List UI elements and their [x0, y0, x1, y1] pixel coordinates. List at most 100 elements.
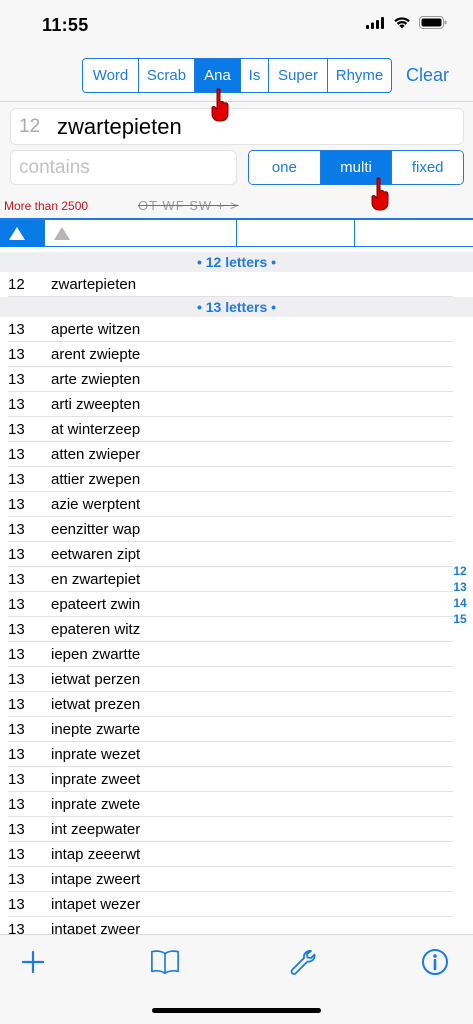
section-index[interactable]: 12 13 14 15: [451, 563, 469, 627]
list-item[interactable]: 13 inprate wezet: [0, 742, 473, 767]
list-item[interactable]: 13 at winterzeep: [0, 417, 473, 442]
word-length: 13: [8, 671, 25, 688]
list-item[interactable]: 13 intap zeeerwt: [0, 842, 473, 867]
sort-header: [0, 218, 473, 247]
word-length: 12: [8, 276, 25, 293]
settings-button[interactable]: [288, 947, 318, 977]
mode-tab-is[interactable]: Is: [241, 59, 269, 92]
anagram-word: aperte witzen: [51, 321, 141, 338]
anagram-word: inprate wezet: [51, 746, 141, 763]
word-length: 13: [8, 471, 25, 488]
status-time: 11:55: [42, 15, 89, 35]
list-item[interactable]: 12 zwartepieten: [0, 272, 473, 297]
word-length: 13: [8, 421, 25, 438]
word-length: 13: [8, 746, 25, 763]
anagram-word: intap zeeerwt: [51, 846, 141, 863]
list-item[interactable]: 13 intapet wezer: [0, 892, 473, 917]
word-length: 13: [8, 796, 25, 813]
section-index-item[interactable]: 15: [453, 611, 466, 627]
list-item[interactable]: 13 arti zweepten: [0, 392, 473, 417]
plus-icon: [21, 950, 45, 974]
list-item[interactable]: 13 arte zwiepten: [0, 367, 473, 392]
results-list[interactable]: • 12 letters • 12 zwartepieten • 13 letters…: [0, 252, 473, 934]
anagram-word: azie werptent: [51, 496, 141, 513]
anagram-word: eenzitter wap: [51, 521, 141, 538]
sort-column-3[interactable]: [237, 220, 355, 247]
contains-input[interactable]: [10, 150, 237, 185]
list-item[interactable]: 13 inprate zwete: [0, 792, 473, 817]
list-item[interactable]: 13 iepen zwartte: [0, 642, 473, 667]
pointing-hand-icon: [371, 177, 389, 211]
list-item[interactable]: 13 epateren witz: [0, 617, 473, 642]
list-item[interactable]: 13 ietwat perzen: [0, 667, 473, 692]
sort-by-word-button[interactable]: [45, 220, 237, 247]
app-screen: 11:55 Word Scrab Ana Is Super Rhyme Clea…: [0, 0, 473, 1024]
list-item[interactable]: 13 inepte zwarte: [0, 717, 473, 742]
word-lists-indicator[interactable]: OT WF SW + >: [138, 198, 239, 213]
list-item[interactable]: 13 int zeepwater: [0, 817, 473, 842]
search-mode-segmented-control: Word Scrab Ana Is Super Rhyme: [82, 58, 392, 93]
list-item[interactable]: 13 inprate zweet: [0, 767, 473, 792]
list-item[interactable]: 13 epateert zwin: [0, 592, 473, 617]
mode-tab-rhyme[interactable]: Rhyme: [328, 59, 391, 92]
anagram-word: inprate zweet: [51, 771, 141, 788]
word-length: 13: [8, 596, 25, 613]
dictionary-button[interactable]: [150, 947, 180, 977]
sort-ascending-icon: [9, 227, 25, 240]
anagram-word: at winterzeep: [51, 421, 141, 438]
word-input[interactable]: 12 zwartepieten: [10, 108, 464, 145]
list-item[interactable]: 13 eenzitter wap: [0, 517, 473, 542]
anagram-word: ietwat prezen: [51, 696, 141, 713]
add-button[interactable]: [18, 947, 48, 977]
info-row: More than 2500 OT WF SW + >: [0, 194, 473, 218]
clear-button[interactable]: Clear: [406, 65, 449, 86]
anagram-word: attier zwepen: [51, 471, 141, 488]
section-index-item[interactable]: 13: [453, 579, 466, 595]
list-item[interactable]: 13 ietwat prezen: [0, 692, 473, 717]
anagram-word: int zeepwater: [51, 821, 141, 838]
sort-by-length-button[interactable]: [0, 220, 45, 247]
mode-tab-super[interactable]: Super: [269, 59, 328, 92]
list-item[interactable]: 13 intape zweert: [0, 867, 473, 892]
list-item[interactable]: 13 intapet zweer: [0, 917, 473, 934]
top-toolbar: Word Scrab Ana Is Super Rhyme Clear: [0, 50, 473, 102]
book-icon: [151, 950, 179, 975]
search-area: 12 zwartepieten one multi fixed: [0, 102, 473, 194]
anagram-word: epateert zwin: [51, 596, 141, 613]
sort-column-4[interactable]: [355, 220, 473, 247]
list-item[interactable]: 13 attier zwepen: [0, 467, 473, 492]
list-item[interactable]: 13 aperte witzen: [0, 317, 473, 342]
anagram-word: intapet wezer: [51, 896, 141, 913]
anagram-word: en zwartepiet: [51, 571, 141, 588]
info-button[interactable]: [420, 947, 450, 977]
match-mode-fixed[interactable]: fixed: [392, 151, 463, 184]
status-bar: 11:55: [0, 0, 473, 50]
word-length: 13: [8, 646, 25, 663]
mode-tab-word[interactable]: Word: [83, 59, 139, 92]
section-index-item[interactable]: 14: [453, 595, 466, 611]
result-count: More than 2500: [4, 199, 89, 213]
letter-count: 12: [19, 116, 41, 137]
word-length: 13: [8, 696, 25, 713]
list-item[interactable]: 13 arent zwiepte: [0, 342, 473, 367]
list-item[interactable]: 13 en zwartepiet: [0, 567, 473, 592]
mode-tab-scrab[interactable]: Scrab: [139, 59, 195, 92]
anagram-word: eetwaren zipt: [51, 546, 141, 563]
list-item[interactable]: 13 azie werptent: [0, 492, 473, 517]
anagram-word: atten zwieper: [51, 446, 141, 463]
match-mode-one[interactable]: one: [249, 151, 321, 184]
match-mode-segmented-control: one multi fixed: [248, 150, 464, 185]
anagram-word: inprate zwete: [51, 796, 141, 813]
pointing-hand-icon: [211, 88, 229, 122]
anagram-word: inepte zwarte: [51, 721, 141, 738]
word-length: 13: [8, 571, 25, 588]
list-item[interactable]: 13 atten zwieper: [0, 442, 473, 467]
signal-icon: [366, 16, 384, 29]
wrench-icon: [290, 950, 316, 975]
anagram-word: zwartepieten: [51, 276, 137, 293]
list-item[interactable]: 13 eetwaren zipt: [0, 542, 473, 567]
section-index-item[interactable]: 12: [453, 563, 466, 579]
word-length: 13: [8, 846, 25, 863]
word-length: 13: [8, 496, 25, 513]
anagram-word: intape zweert: [51, 871, 141, 888]
